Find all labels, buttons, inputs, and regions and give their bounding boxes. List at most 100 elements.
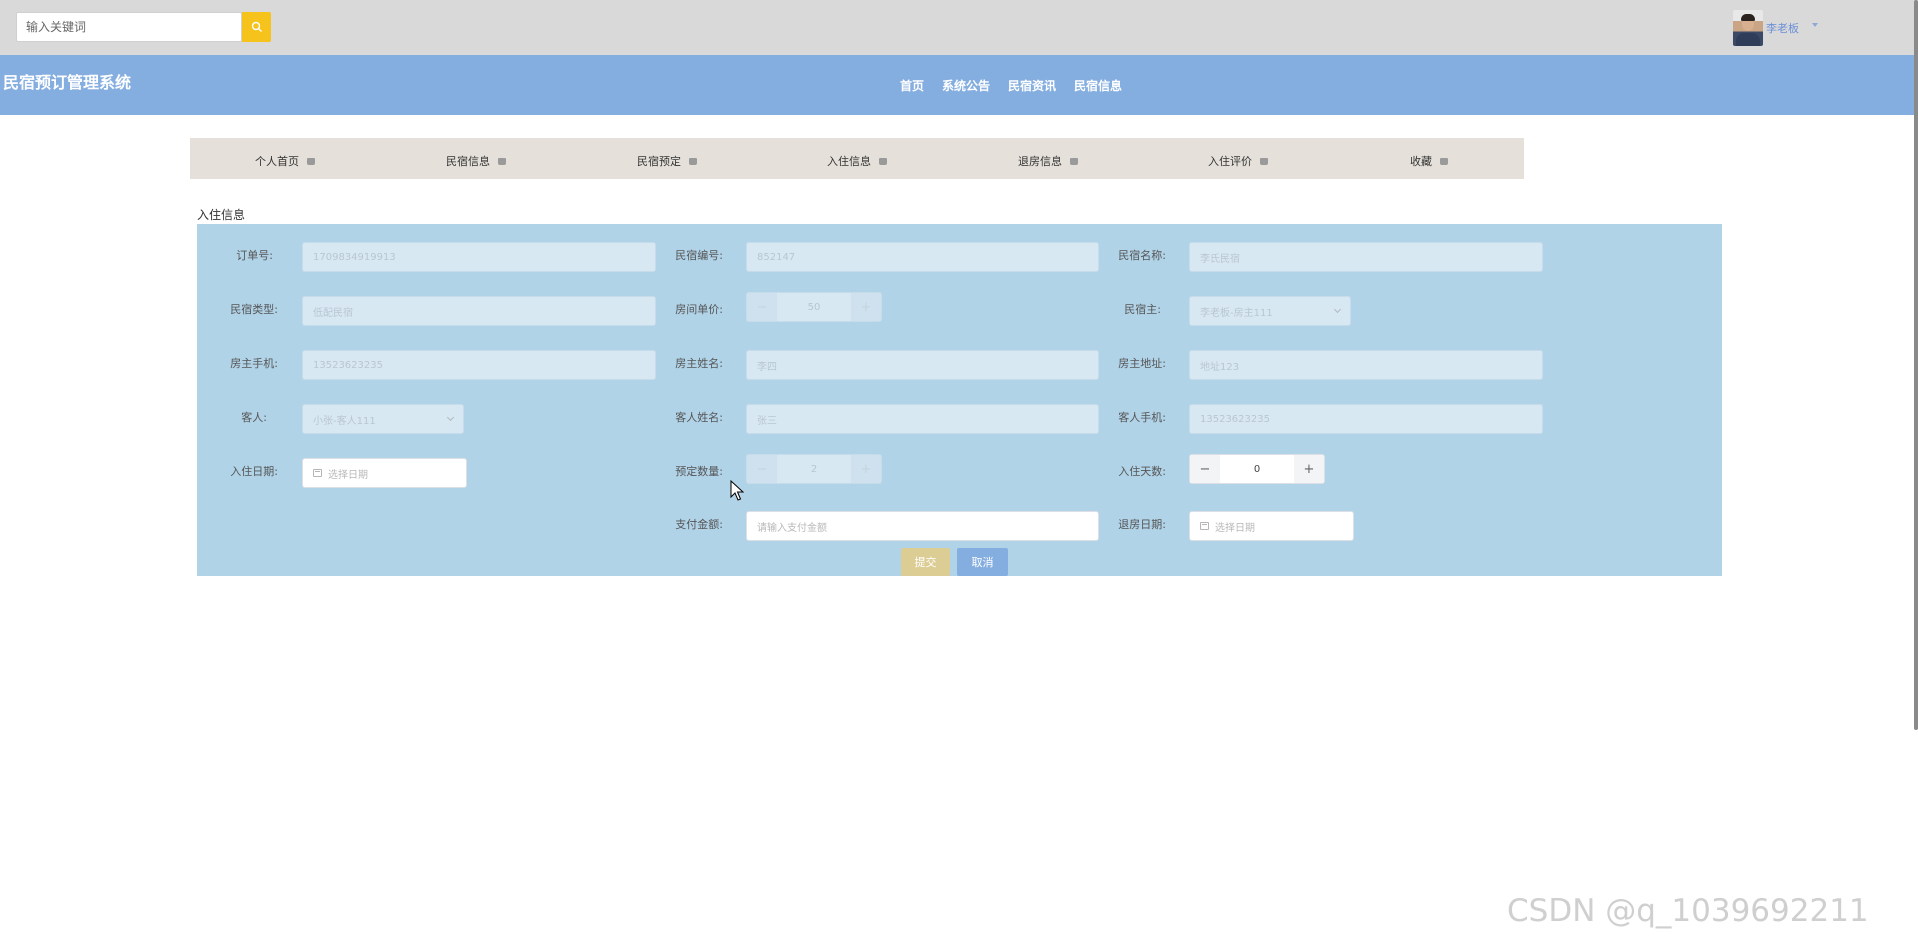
guest-name-label: 客人姓名: bbox=[675, 411, 723, 424]
owner-phone-label: 房主手机: bbox=[230, 357, 278, 370]
cancel-button[interactable]: 取消 bbox=[957, 548, 1008, 576]
order-no-value: 1709834919913 bbox=[313, 251, 396, 263]
order-no-field[interactable]: 1709834919913 bbox=[302, 242, 656, 272]
search-button[interactable] bbox=[242, 12, 271, 42]
homestay-name-value: 李氏民宿 bbox=[1200, 253, 1240, 265]
pay-amount-label: 支付金额: bbox=[675, 518, 723, 531]
owner-phone-field[interactable]: 13523623235 bbox=[302, 350, 656, 380]
scrollbar[interactable] bbox=[1914, 0, 1918, 730]
pay-amount-placeholder: 请输入支付金额 bbox=[757, 522, 827, 534]
booking-qty-label: 预定数量: bbox=[675, 465, 723, 478]
trash-icon bbox=[1440, 157, 1448, 165]
pay-amount-input[interactable]: 请输入支付金额 bbox=[746, 511, 1099, 541]
plus-icon[interactable]: + bbox=[1294, 455, 1324, 483]
checkout-date-picker[interactable]: 选择日期 bbox=[1189, 511, 1354, 541]
trash-icon bbox=[1070, 157, 1078, 165]
chevron-down-icon[interactable] bbox=[1812, 23, 1818, 27]
homestay-type-field[interactable]: 低配民宿 bbox=[302, 296, 656, 326]
owner-phone-value: 13523623235 bbox=[313, 359, 383, 371]
search-input[interactable] bbox=[16, 12, 242, 42]
owner-address-value: 地址123 bbox=[1200, 361, 1240, 373]
checkout-date-label: 退房日期: bbox=[1118, 518, 1166, 531]
homestay-name-label: 民宿名称: bbox=[1118, 249, 1166, 262]
guest-select[interactable]: 小张-客人111 bbox=[302, 404, 464, 434]
trash-icon bbox=[689, 157, 697, 165]
owner-name-field[interactable]: 李四 bbox=[746, 350, 1099, 380]
owner-name-label: 房主姓名: bbox=[675, 357, 723, 370]
tab-label: 收藏 bbox=[1410, 155, 1432, 168]
homestay-no-field[interactable]: 852147 bbox=[746, 242, 1099, 272]
stay-days-label: 入住天数: bbox=[1118, 465, 1166, 478]
tab-label: 退房信息 bbox=[1018, 155, 1062, 168]
guest-phone-label: 客人手机: bbox=[1118, 411, 1166, 424]
owner-label: 民宿主: bbox=[1124, 303, 1161, 316]
homestay-type-value: 低配民宿 bbox=[313, 307, 353, 319]
homestay-no-value: 852147 bbox=[757, 251, 796, 263]
tab-homestay-booking[interactable]: 民宿预定 bbox=[637, 153, 697, 169]
homestay-name-field[interactable]: 李氏民宿 bbox=[1189, 242, 1543, 272]
main-nav: 首页 系统公告 民宿资讯 民宿信息 bbox=[900, 77, 1122, 94]
homestay-no-label: 民宿编号: bbox=[675, 249, 723, 262]
nav-homestay-info[interactable]: 民宿信息 bbox=[1074, 77, 1122, 94]
owner-address-label: 房主地址: bbox=[1118, 357, 1166, 370]
owner-select[interactable]: 李老板-房主111 bbox=[1189, 296, 1351, 326]
search-icon bbox=[251, 21, 262, 32]
trash-icon bbox=[1260, 157, 1268, 165]
nav-announcements[interactable]: 系统公告 bbox=[942, 77, 990, 94]
section-title: 入住信息 bbox=[197, 208, 246, 222]
calendar-icon bbox=[1200, 522, 1209, 530]
guest-phone-field[interactable]: 13523623235 bbox=[1189, 404, 1543, 434]
mouse-cursor-icon bbox=[730, 480, 744, 501]
guest-phone-value: 13523623235 bbox=[1200, 413, 1270, 425]
room-price-label: 房间单价: bbox=[675, 303, 723, 316]
chevron-down-icon bbox=[1333, 305, 1342, 314]
checkin-date-picker[interactable]: 选择日期 bbox=[302, 458, 467, 488]
booking-qty-stepper[interactable]: − 2 + bbox=[746, 454, 882, 484]
minus-icon[interactable]: − bbox=[747, 293, 777, 321]
room-price-stepper[interactable]: − 50 + bbox=[746, 292, 882, 322]
homestay-type-label: 民宿类型: bbox=[230, 303, 278, 316]
plus-icon[interactable]: + bbox=[851, 293, 881, 321]
nav-home[interactable]: 首页 bbox=[900, 77, 924, 94]
top-bar: 李老板 bbox=[0, 0, 1918, 55]
guest-name-value: 张三 bbox=[757, 415, 777, 427]
owner-value: 李老板-房主111 bbox=[1200, 307, 1273, 319]
minus-icon[interactable]: − bbox=[1190, 455, 1220, 483]
center-tabs: 个人首页 民宿信息 民宿预定 入住信息 退房信息 入住评价 收藏 bbox=[190, 138, 1524, 179]
tab-label: 入住评价 bbox=[1208, 155, 1252, 168]
booking-qty-value: 2 bbox=[810, 463, 818, 475]
submit-button[interactable]: 提交 bbox=[901, 548, 950, 576]
tab-personal-home[interactable]: 个人首页 bbox=[255, 153, 315, 169]
order-no-label: 订单号: bbox=[236, 249, 273, 262]
checkin-date-placeholder: 选择日期 bbox=[328, 469, 368, 481]
user-name[interactable]: 李老板 bbox=[1766, 20, 1799, 36]
tab-favorites[interactable]: 收藏 bbox=[1410, 153, 1448, 169]
calendar-icon bbox=[313, 469, 322, 477]
watermark: CSDN @q_1039692211 bbox=[1507, 893, 1869, 929]
trash-icon bbox=[498, 157, 506, 165]
owner-name-value: 李四 bbox=[757, 361, 777, 373]
tab-label: 个人首页 bbox=[255, 155, 299, 168]
nav-news[interactable]: 民宿资讯 bbox=[1008, 77, 1056, 94]
avatar[interactable] bbox=[1733, 10, 1763, 46]
room-price-value: 50 bbox=[807, 301, 821, 313]
tab-checkin-review[interactable]: 入住评价 bbox=[1208, 153, 1268, 169]
plus-icon[interactable]: + bbox=[851, 455, 881, 483]
trash-icon bbox=[879, 157, 887, 165]
tab-checkout-info[interactable]: 退房信息 bbox=[1018, 153, 1078, 169]
stay-days-stepper[interactable]: − 0 + bbox=[1189, 454, 1325, 484]
checkout-date-placeholder: 选择日期 bbox=[1215, 522, 1255, 534]
checkin-date-label: 入住日期: bbox=[230, 465, 278, 478]
tab-homestay-info[interactable]: 民宿信息 bbox=[446, 153, 506, 169]
chevron-down-icon bbox=[446, 413, 455, 422]
site-title: 民宿预订管理系统 bbox=[3, 73, 132, 92]
tab-checkin-info[interactable]: 入住信息 bbox=[827, 153, 887, 169]
stay-days-value: 0 bbox=[1253, 463, 1261, 475]
owner-address-field[interactable]: 地址123 bbox=[1189, 350, 1543, 380]
minus-icon[interactable]: − bbox=[747, 455, 777, 483]
guest-name-field[interactable]: 张三 bbox=[746, 404, 1099, 434]
guest-value: 小张-客人111 bbox=[313, 415, 376, 427]
site-header: 民宿预订管理系统 首页 系统公告 民宿资讯 民宿信息 bbox=[0, 55, 1914, 115]
guest-label: 客人: bbox=[241, 411, 267, 424]
trash-icon bbox=[307, 157, 315, 165]
